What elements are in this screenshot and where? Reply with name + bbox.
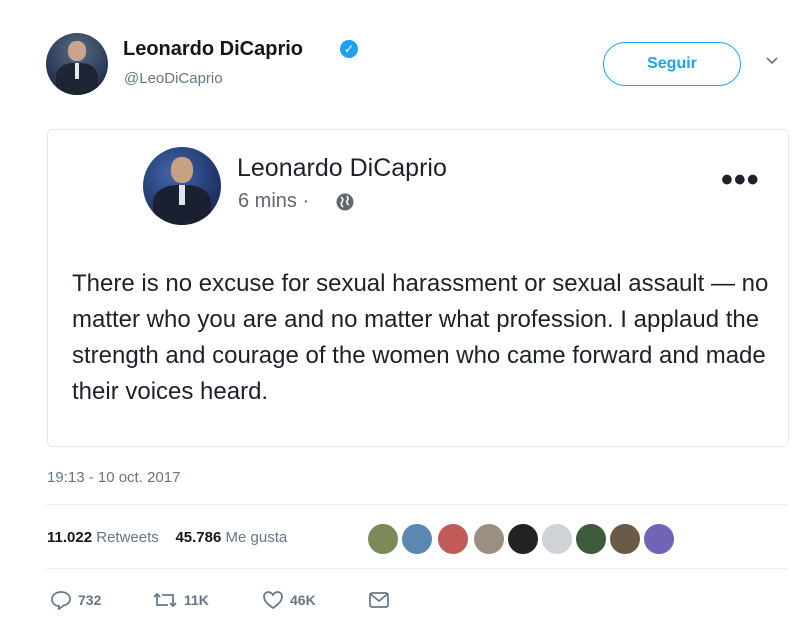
author-avatar[interactable]: [46, 33, 108, 95]
reply-button[interactable]: 732: [50, 590, 101, 614]
author-name[interactable]: Leonardo DiCaprio: [123, 38, 303, 61]
liker-avatar[interactable]: [506, 522, 540, 556]
envelope-icon: [369, 592, 389, 608]
divider: [47, 568, 787, 569]
direct-message-button[interactable]: [368, 590, 396, 614]
embedded-post-avatar: [143, 147, 221, 225]
embedded-post-author: Leonardo DiCaprio: [237, 154, 447, 182]
likes-label[interactable]: Me gusta: [226, 529, 288, 546]
retweets-label[interactable]: Retweets: [96, 529, 159, 546]
like-button[interactable]: 46K: [262, 590, 316, 614]
likes-count[interactable]: 45.786: [175, 529, 221, 546]
liker-avatar[interactable]: [642, 522, 676, 556]
tweet-timestamp[interactable]: 19:13 - 10 oct. 2017: [47, 469, 180, 486]
heart-icon: [263, 591, 283, 610]
liker-avatar[interactable]: [366, 522, 400, 556]
verified-check-icon: ✓: [340, 40, 358, 58]
follow-button[interactable]: Seguir: [603, 42, 741, 86]
liker-avatar[interactable]: [436, 522, 470, 556]
ellipsis-icon[interactable]: •••: [721, 163, 760, 197]
retweet-icon: [153, 592, 177, 608]
globe-icon: [335, 192, 355, 212]
engagement-stats: 11.022 Retweets 45.786 Me gusta: [47, 529, 287, 546]
embedded-post-time: 6 mins ·: [238, 190, 310, 212]
liker-avatar[interactable]: [400, 522, 434, 556]
like-count: 46K: [290, 592, 316, 608]
retweet-button[interactable]: 11K: [152, 590, 209, 614]
chevron-down-icon[interactable]: [764, 52, 784, 72]
reply-count: 732: [78, 592, 102, 608]
divider: [47, 504, 787, 505]
retweet-count: 11K: [184, 592, 209, 608]
liker-avatar[interactable]: [540, 522, 574, 556]
liker-avatar[interactable]: [574, 522, 608, 556]
liker-avatar[interactable]: [472, 522, 506, 556]
liker-avatar[interactable]: [608, 522, 642, 556]
embedded-post-text: There is no excuse for sexual harassment…: [72, 270, 769, 405]
retweets-count[interactable]: 11.022: [47, 529, 92, 546]
author-handle[interactable]: @LeoDiCaprio: [124, 70, 223, 87]
reply-icon: [51, 591, 71, 611]
